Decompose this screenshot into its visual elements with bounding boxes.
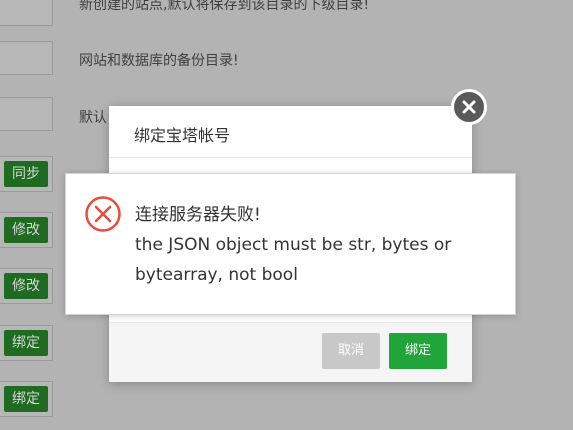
- bind-button[interactable]: 绑定: [389, 333, 447, 369]
- bg-bind-row-1: 绑定: [0, 325, 53, 361]
- error-text: 连接服务器失败! the JSON object must be str, by…: [135, 200, 505, 290]
- modal-close-button[interactable]: [451, 89, 487, 125]
- error-title: 连接服务器失败!: [135, 205, 261, 225]
- modal-header: 绑定宝塔帐号: [109, 106, 472, 158]
- error-x-icon: [85, 196, 121, 232]
- modal-title: 绑定宝塔帐号: [134, 126, 231, 145]
- error-detail: the JSON object must be str, bytes or by…: [135, 235, 452, 285]
- bg-modify-row-1: 修改: [0, 212, 53, 248]
- bg-input-default: [0, 97, 53, 131]
- bg-bind-row-2: 绑定: [0, 381, 53, 417]
- bg-input-default-site-dir: [0, 0, 53, 26]
- bg-modify-row-2: 修改: [0, 268, 53, 304]
- bg-input-backup-dir: [0, 41, 53, 75]
- bg-bind-button-1: 绑定: [4, 330, 48, 356]
- error-message-popup: 连接服务器失败! the JSON object must be str, by…: [65, 173, 516, 315]
- bg-modify-button-2: 修改: [4, 273, 48, 299]
- bg-modify-button-1: 修改: [4, 217, 48, 243]
- cancel-button[interactable]: 取消: [322, 333, 380, 369]
- close-icon: [462, 100, 476, 114]
- bg-desc-site-dir: 新创建的站点,默认将保存到该目录的下级目录!: [79, 0, 370, 13]
- bg-sync-button: 同步: [4, 161, 48, 187]
- bg-desc-backup-dir: 网站和数据库的备份目录!: [79, 53, 239, 69]
- bg-sync-row: 同步: [0, 156, 53, 192]
- bg-desc-default: 默认: [79, 110, 107, 126]
- modal-footer: 取消 绑定: [109, 322, 472, 382]
- bg-bind-button-2: 绑定: [4, 386, 48, 412]
